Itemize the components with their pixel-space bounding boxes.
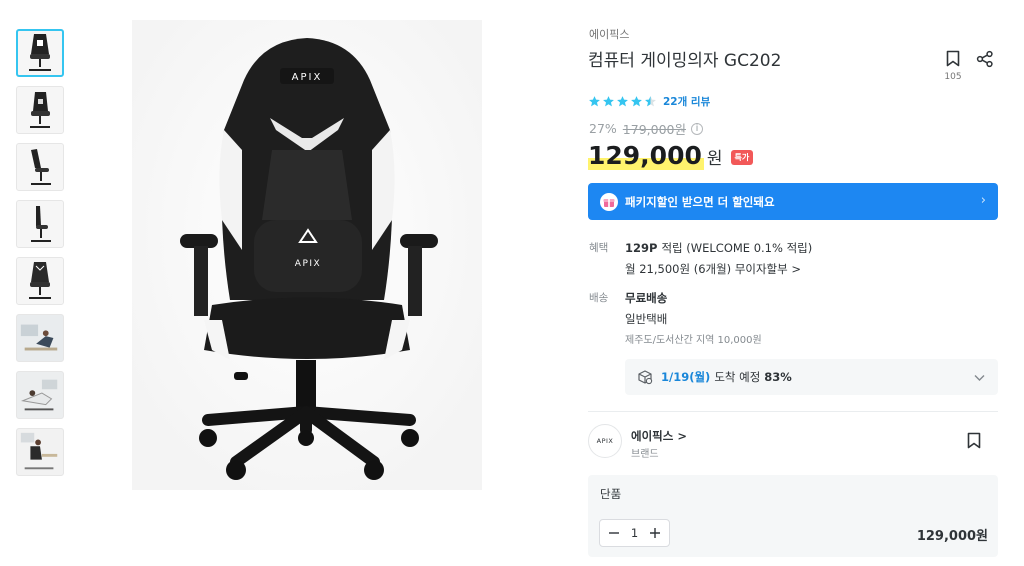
main-product-image[interactable]: APIX APIX bbox=[72, 20, 542, 500]
sale-price-row: 129,000 원 특가 bbox=[588, 141, 754, 170]
currency-unit: 원 bbox=[706, 149, 723, 169]
package-banner-text: 패키지할인 받으면 더 할인돼요 bbox=[625, 194, 775, 209]
bookmark-count: 105 bbox=[944, 72, 962, 82]
thumbnail-side-view[interactable] bbox=[16, 200, 64, 248]
shipping-extra-fee: 제주도/도서산간 지역 10,000원 bbox=[625, 335, 762, 346]
chevron-right-icon: › bbox=[980, 193, 986, 208]
minus-icon bbox=[609, 532, 619, 534]
points-text: 적립 (WELCOME 0.1% 적립) bbox=[661, 241, 813, 255]
delivery-estimate-dropdown[interactable]: 1/19(월) 도착 예정 83% bbox=[625, 359, 998, 395]
delivery-date: 1/19(월) bbox=[661, 370, 711, 384]
product-title: 컴퓨터 게이밍의자 GC202 bbox=[588, 51, 782, 71]
increase-button[interactable] bbox=[648, 526, 662, 540]
package-discount-banner[interactable]: 패키지할인 받으면 더 할인돼요 › bbox=[588, 183, 998, 220]
info-icon[interactable]: i bbox=[691, 122, 703, 135]
gift-box-icon bbox=[600, 192, 618, 211]
quantity-stepper[interactable]: 1 bbox=[599, 519, 670, 547]
thumbnail-lifestyle-3[interactable] bbox=[16, 428, 64, 476]
brand-mark-top: APIX bbox=[292, 72, 323, 83]
delivery-text: 도착 예정 bbox=[714, 370, 761, 384]
brand-mark-center: APIX bbox=[295, 259, 321, 269]
delivery-probability: 83% bbox=[764, 370, 792, 384]
brand-name[interactable]: 에이픽스 bbox=[589, 26, 629, 42]
original-price-row: 27% 179,000원 i bbox=[589, 119, 703, 138]
option-name: 단품 bbox=[600, 487, 622, 501]
thumbnail-side-reclined[interactable] bbox=[16, 143, 64, 191]
share-icon bbox=[976, 50, 993, 68]
star-icon bbox=[589, 96, 600, 107]
thumbnail-list bbox=[16, 29, 64, 485]
shipping-type: 무료배송 bbox=[625, 291, 668, 305]
thumbnail-angle-view[interactable] bbox=[16, 86, 64, 134]
store-name-link[interactable]: 에이픽스 > bbox=[631, 428, 687, 444]
store-bookmark-button[interactable] bbox=[967, 432, 981, 453]
delivery-box-icon bbox=[638, 370, 653, 385]
share-button[interactable] bbox=[976, 50, 994, 72]
half-star-icon bbox=[645, 96, 656, 107]
points-value: 129P bbox=[625, 241, 658, 255]
store-subtitle: 브랜드 bbox=[631, 449, 659, 460]
thumbnail-back-view[interactable] bbox=[16, 257, 64, 305]
star-icon bbox=[617, 96, 628, 107]
rating-row[interactable]: 22개 리뷰 bbox=[588, 94, 710, 109]
bookmark-icon bbox=[967, 432, 981, 449]
quantity-value[interactable]: 1 bbox=[631, 526, 638, 540]
original-price: 179,000원 bbox=[622, 122, 686, 137]
thumbnail-lifestyle-1[interactable] bbox=[16, 314, 64, 362]
section-divider bbox=[588, 411, 998, 412]
plus-icon bbox=[649, 528, 660, 538]
thumbnail-front-view[interactable] bbox=[16, 29, 64, 77]
chevron-down-icon bbox=[974, 375, 985, 381]
product-info-panel: 에이픽스 컴퓨터 게이밍의자 GC202 105 22개 리뷰 27% 179,… bbox=[588, 0, 1000, 566]
discount-rate: 27% bbox=[589, 121, 617, 136]
shipping-label: 배송 bbox=[589, 292, 609, 304]
thumbnail-lifestyle-2[interactable] bbox=[16, 371, 64, 419]
bookmark-icon bbox=[946, 50, 960, 67]
special-price-badge: 특가 bbox=[730, 150, 754, 165]
shipping-method: 일반택배 bbox=[625, 312, 668, 326]
points-row: 129P 적립 (WELCOME 0.1% 적립) bbox=[625, 240, 812, 256]
star-icon bbox=[631, 96, 642, 107]
installment-link[interactable]: 월 21,500원 (6개월) 무이자할부 > bbox=[625, 261, 801, 277]
star-rating bbox=[588, 95, 657, 108]
decrease-button[interactable] bbox=[607, 526, 621, 540]
star-icon bbox=[603, 96, 614, 107]
option-price: 129,000원 bbox=[916, 529, 988, 544]
sale-price: 129,000 bbox=[588, 141, 704, 170]
bookmark-button[interactable]: 105 bbox=[944, 50, 962, 82]
store-logo[interactable]: APIX bbox=[588, 424, 622, 458]
benefit-label: 혜택 bbox=[589, 242, 609, 254]
selected-option-box: 단품 1 129,000원 bbox=[588, 475, 998, 557]
review-count-link[interactable]: 22개 리뷰 bbox=[663, 94, 710, 109]
